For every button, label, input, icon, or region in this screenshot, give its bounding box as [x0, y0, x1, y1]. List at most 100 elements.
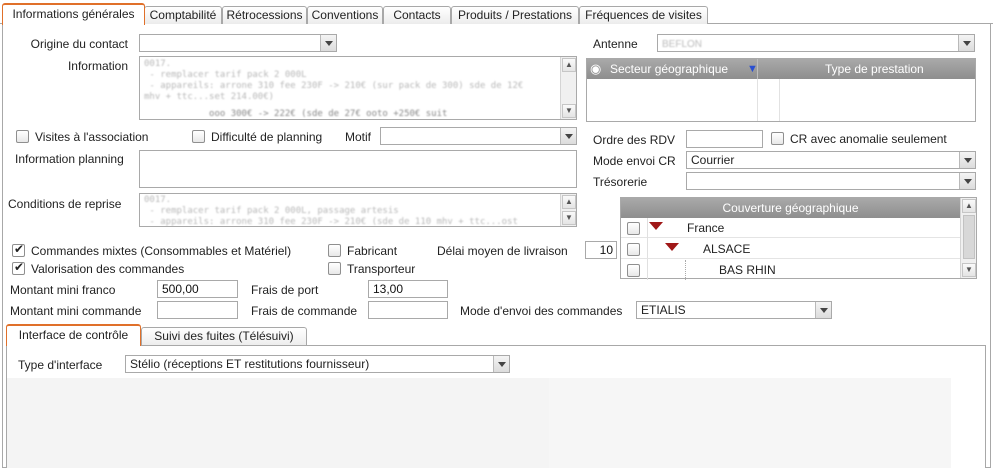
scroll-down-icon[interactable]: ▼: [562, 211, 576, 225]
column-divider: [757, 79, 758, 121]
tab-produits-prestations[interactable]: Produits / Prestations: [451, 6, 579, 24]
tab-conventions[interactable]: Conventions: [307, 6, 383, 24]
frais-port-input[interactable]: 13,00: [368, 280, 448, 298]
cr-anomalie-label: CR avec anomalie seulement: [790, 132, 947, 146]
tree-row[interactable]: BAS RHIN: [621, 260, 960, 280]
antenne-select[interactable]: BEFLON: [657, 34, 975, 52]
info-planning-textarea[interactable]: [139, 150, 577, 188]
tree-row[interactable]: France: [621, 218, 960, 280]
tab-suivi-fuites[interactable]: Suivi des fuites (Télésuivi): [141, 327, 307, 346]
mode-envoi-cr-select[interactable]: Courrier: [686, 151, 976, 169]
commandes-mixtes-label: Commandes mixtes (Consommables et Matéri…: [31, 244, 292, 258]
valorisation-label: Valorisation des commandes: [31, 262, 185, 276]
secteur-column-header[interactable]: Secteur géographique: [610, 59, 728, 79]
scroll-up-icon[interactable]: ▲: [962, 199, 976, 213]
fabricant-checkbox[interactable]: [328, 244, 341, 257]
motif-label: Motif: [345, 130, 372, 144]
tree-row-checkbox[interactable]: [627, 222, 640, 235]
montant-commande-input[interactable]: [157, 301, 238, 319]
tresorerie-label: Trésorerie: [593, 175, 648, 189]
chevron-down-icon[interactable]: [958, 35, 974, 51]
tree-row-label: BAS RHIN: [719, 263, 776, 277]
information-scrollbar[interactable]: ▲ ▼: [560, 57, 576, 119]
montant-commande-label: Montant mini commande: [10, 304, 142, 318]
conditions-scrollbar[interactable]: ▲ ▼: [560, 194, 576, 226]
tresorerie-select[interactable]: [686, 172, 976, 190]
fabricant-label: Fabricant: [347, 244, 398, 258]
information-label: Information: [67, 59, 128, 73]
tree-row-label: France: [687, 221, 725, 235]
tab-comptabilite[interactable]: Comptabilité: [144, 6, 222, 24]
tree-line: [685, 260, 686, 280]
binoculars-icon[interactable]: ◉: [590, 59, 601, 79]
delai-livraison-input[interactable]: 10: [585, 241, 617, 259]
transporteur-label: Transporteur: [347, 262, 416, 276]
chevron-down-icon[interactable]: [959, 173, 975, 189]
column-divider: [757, 59, 758, 79]
couverture-header: Couverture géographique: [621, 198, 960, 218]
ordre-rdv-label: Ordre des RDV: [593, 133, 676, 147]
scroll-down-icon[interactable]: ▼: [962, 263, 976, 277]
motif-select[interactable]: [380, 127, 577, 145]
type-interface-select[interactable]: Stélio (réceptions ET restitutions fourn…: [125, 355, 510, 373]
scroll-up-icon[interactable]: ▲: [562, 195, 576, 209]
information-textarea[interactable]: 0017. - remplacer tarif pack 2 000L - ap…: [139, 56, 577, 120]
tree-row-checkbox[interactable]: [627, 264, 640, 277]
frais-commande-input[interactable]: [368, 301, 448, 319]
tab-informations-generales[interactable]: Informations générales: [2, 3, 145, 25]
montant-franco-input[interactable]: 500,00: [157, 280, 238, 298]
prestation-column-header[interactable]: Type de prestation: [825, 59, 924, 79]
couverture-grid[interactable]: Couverture géographique France ALSACE BA…: [620, 197, 977, 280]
difficulte-planning-checkbox[interactable]: [192, 130, 205, 143]
interface-panel: Type d'interface Stélio (réceptions ET r…: [6, 345, 986, 468]
scroll-thumb[interactable]: [963, 215, 975, 259]
mode-envoi-commandes-label: Mode d'envoi des commandes: [460, 304, 623, 318]
scroll-up-icon[interactable]: ▲: [562, 58, 576, 72]
visites-association-checkbox[interactable]: [16, 130, 29, 143]
chevron-down-icon[interactable]: [959, 152, 975, 168]
conditions-reprise-textarea[interactable]: 0017. - remplacer tarif pack 2 000L, pas…: [139, 193, 577, 227]
origine-label: Origine du contact: [30, 37, 128, 51]
mode-envoi-cr-label: Mode envoi CR: [593, 154, 676, 168]
expand-arrow-icon[interactable]: [649, 222, 663, 230]
difficulte-planning-label: Difficulté de planning: [211, 130, 323, 144]
main-tab-bar: Informations générales Comptabilité Rétr…: [0, 0, 993, 25]
interface-content-area: [7, 378, 549, 468]
transporteur-checkbox[interactable]: [328, 262, 341, 275]
chevron-down-icon[interactable]: [560, 128, 576, 144]
chevron-down-icon[interactable]: [815, 302, 831, 318]
conditions-reprise-label: Conditions de reprise: [8, 197, 122, 211]
chevron-down-icon[interactable]: [493, 356, 509, 372]
expand-arrow-icon[interactable]: [665, 243, 679, 251]
mode-envoi-commandes-select[interactable]: ETIALIS: [636, 301, 832, 319]
chevron-down-icon[interactable]: [320, 35, 336, 51]
tab-interface-controle[interactable]: Interface de contrôle: [6, 324, 141, 346]
frais-port-label: Frais de port: [251, 283, 319, 297]
sub-tab-bar: Interface de contrôle Suivi des fuites (…: [6, 323, 986, 346]
couverture-scrollbar[interactable]: ▲ ▼: [960, 198, 976, 278]
tab-contacts[interactable]: Contacts: [383, 6, 451, 24]
secteur-grid[interactable]: ◉ Secteur géographique ▼ Type de prestat…: [586, 58, 976, 122]
frais-commande-label: Frais de commande: [251, 304, 358, 318]
valorisation-checkbox[interactable]: [12, 260, 25, 275]
tab-retrocessions[interactable]: Rétrocessions: [222, 6, 307, 24]
column-divider: [779, 79, 780, 121]
commandes-mixtes-checkbox[interactable]: [12, 242, 25, 257]
scroll-down-icon[interactable]: ▼: [562, 104, 576, 118]
origine-select[interactable]: [139, 34, 337, 52]
information-text-line2: ooo 300€ -> 222€ (sde de 27€ ooto +250€ …: [144, 109, 448, 119]
info-planning-label: Information planning: [15, 152, 124, 166]
cr-anomalie-checkbox[interactable]: [771, 132, 784, 145]
tab-frequences-visites[interactable]: Fréquences de visites: [579, 6, 708, 24]
interface-content-area-right: [549, 378, 951, 468]
montant-franco-label: Montant mini franco: [10, 283, 116, 297]
tree-row[interactable]: ALSACE: [621, 239, 960, 259]
information-text: 0017. - remplacer tarif pack 2 000L - ap…: [144, 59, 524, 102]
tree-row-checkbox[interactable]: [627, 243, 640, 256]
ordre-rdv-input[interactable]: [686, 130, 763, 148]
tree-row-label: ALSACE: [703, 242, 751, 256]
delai-livraison-label: Délai moyen de livraison: [437, 244, 568, 258]
visites-association-label: Visites à l'association: [35, 130, 149, 144]
secteur-grid-header: ◉ Secteur géographique ▼ Type de prestat…: [587, 59, 975, 79]
antenne-label: Antenne: [593, 37, 638, 51]
